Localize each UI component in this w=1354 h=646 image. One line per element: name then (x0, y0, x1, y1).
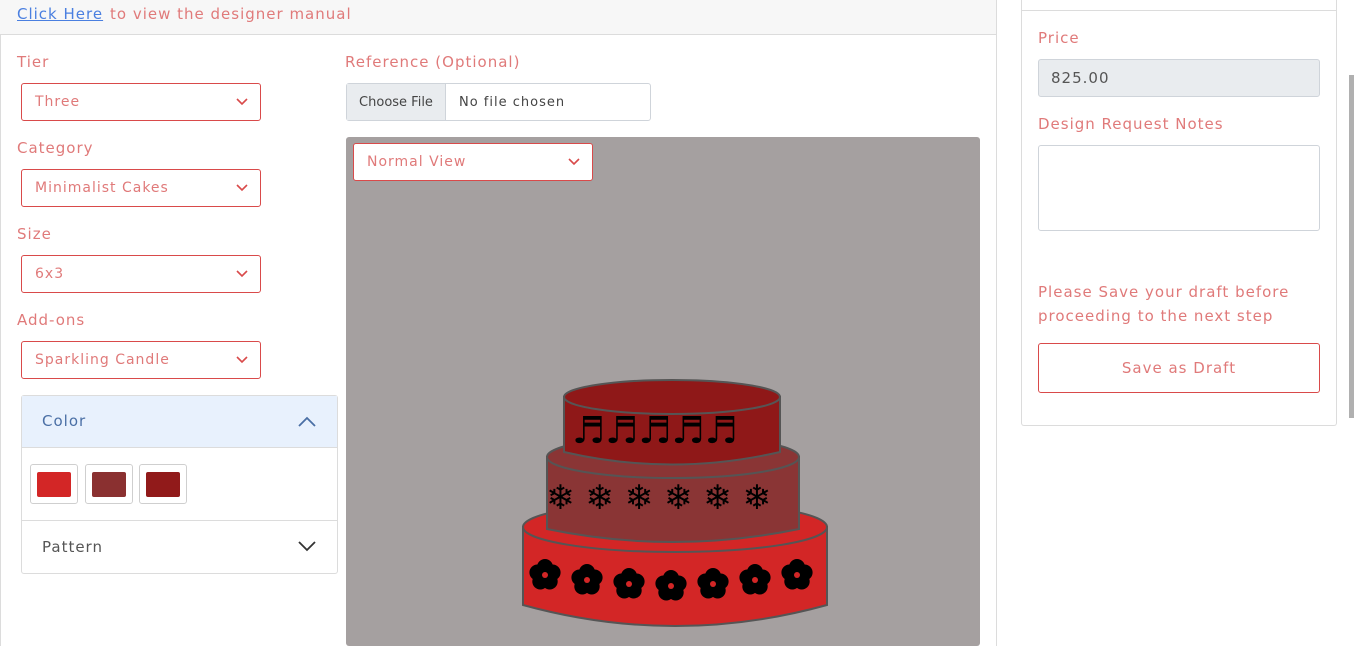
color-accordion-header[interactable]: Color (22, 396, 337, 448)
price-field: 825.00 (1038, 59, 1320, 97)
price-label: Price (1038, 29, 1080, 47)
size-select-value: 6x3 (35, 266, 65, 282)
manual-banner-text: to view the designer manual (110, 5, 352, 23)
notes-label: Design Request Notes (1038, 115, 1224, 133)
addons-select-value: Sparkling Candle (35, 352, 170, 368)
cake-preview-canvas: Normal View ♬♬♬♬♬ ❄ ❄ ❄ ❄ ❄ ❄ (346, 137, 980, 646)
tier-select[interactable]: Three (21, 83, 261, 121)
color-swatch-brown[interactable] (85, 464, 133, 504)
color-accordion-title: Color (42, 412, 87, 430)
size-label: Size (17, 225, 52, 243)
pattern-accordion-title[interactable]: Pattern (42, 538, 103, 556)
price-value: 825.00 (1051, 69, 1110, 87)
color-swatch-dark-red[interactable] (139, 464, 187, 504)
tier-label: Tier (17, 53, 50, 71)
addons-label: Add-ons (17, 311, 86, 329)
chevron-down-icon (236, 98, 248, 106)
file-status: No file chosen (459, 94, 566, 110)
swatch-fill (37, 472, 71, 497)
category-label: Category (17, 139, 94, 157)
music-note-icon: ♬♬♬♬♬ (572, 409, 738, 452)
addons-select[interactable]: Sparkling Candle (21, 341, 261, 379)
customization-accordion: Color Pattern (21, 395, 338, 574)
page-scrollbar[interactable] (1349, 75, 1354, 418)
tier-select-value: Three (35, 94, 81, 110)
save-draft-hint: Please Save your draft before proceeding… (1038, 283, 1290, 325)
reference-label: Reference (Optional) (345, 53, 521, 71)
panel-top-border (1022, 10, 1336, 11)
design-notes-textarea[interactable] (1038, 145, 1320, 231)
snowflake-icon: ❄ ❄ ❄ ❄ ❄ ❄ (546, 478, 771, 518)
left-border (0, 35, 1, 646)
reference-file-input[interactable]: Choose File No file chosen (346, 83, 651, 121)
cake-illustration: ♬♬♬♬♬ ❄ ❄ ❄ ❄ ❄ ❄ (522, 379, 828, 627)
chevron-down-icon (236, 270, 248, 278)
category-select-value: Minimalist Cakes (35, 180, 169, 196)
choose-file-button[interactable]: Choose File (347, 84, 446, 120)
swatch-fill (146, 472, 180, 497)
column-divider (996, 0, 997, 646)
size-select[interactable]: 6x3 (21, 255, 261, 293)
swatch-fill (92, 472, 126, 497)
manual-banner: Click Here to view the designer manual (0, 0, 997, 35)
chevron-up-icon (298, 416, 316, 427)
color-swatch-red[interactable] (30, 464, 78, 504)
save-draft-button[interactable]: Save as Draft (1038, 343, 1320, 393)
order-panel: Price 825.00 Design Request Notes Please… (1021, 0, 1337, 426)
chevron-down-icon[interactable] (298, 541, 316, 552)
chevron-down-icon (236, 356, 248, 364)
designer-manual-link[interactable]: Click Here (17, 5, 103, 23)
category-select[interactable]: Minimalist Cakes (21, 169, 261, 207)
chevron-down-icon (236, 184, 248, 192)
accordion-divider (22, 520, 337, 521)
